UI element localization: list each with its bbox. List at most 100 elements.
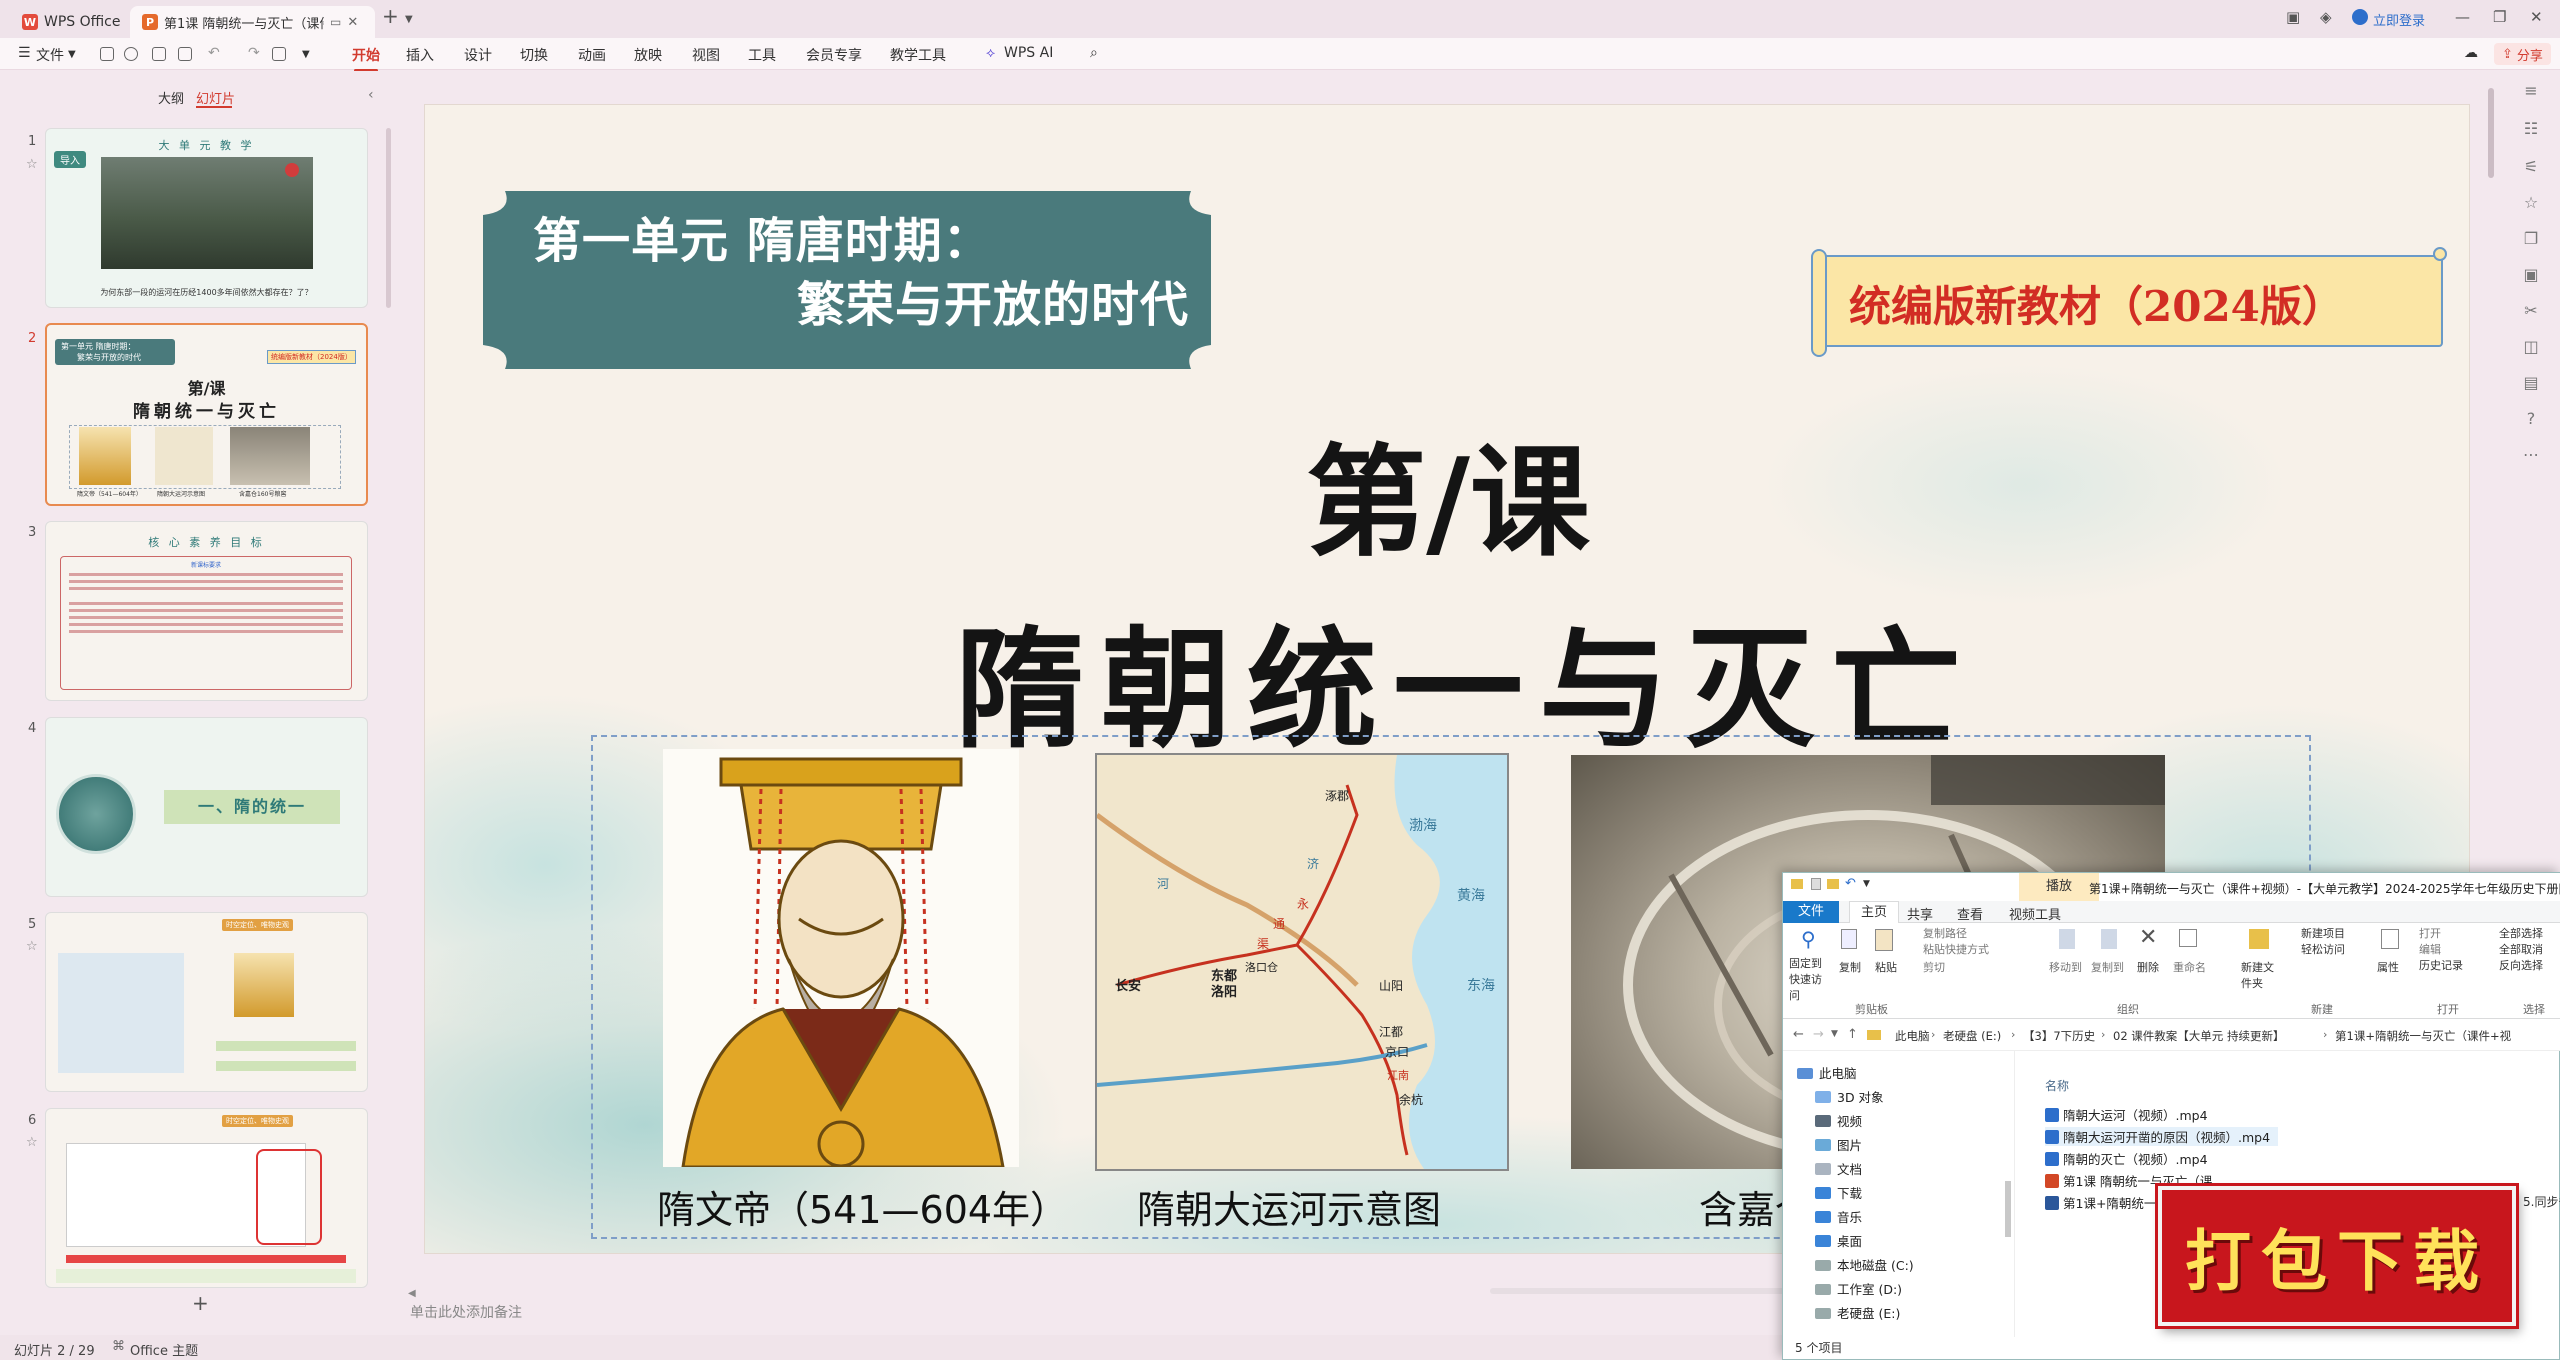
select-none-button[interactable]: 全部取消 [2499, 941, 2543, 957]
new-tab-icon[interactable]: + [382, 4, 399, 28]
slide-thumbnail-6[interactable]: 时空定位、唯物史观 [45, 1108, 368, 1288]
cube-icon[interactable]: ◈ [2320, 8, 2332, 26]
copy-icon[interactable]: ❐ [2522, 229, 2540, 248]
properties-big-icon[interactable] [2381, 929, 2399, 949]
menu-member[interactable]: 会员专享 [806, 45, 862, 65]
file-item[interactable]: 隋朝大运河（视频）.mp4 [2045, 1105, 2208, 1124]
tools-icon[interactable]: ✂ [2522, 301, 2540, 320]
back-icon[interactable]: ← [1793, 1027, 1804, 1042]
menu-view[interactable]: 视图 [692, 45, 720, 65]
slide-thumbnail-1[interactable]: 大 单 元 教 学 导入 为何东部一段的运河在历经1400多年间依然大都存在？了… [45, 128, 368, 308]
redo-icon[interactable]: ↷ [248, 45, 260, 61]
quick-more-icon[interactable]: ▼ [302, 49, 310, 60]
nav-desktop[interactable]: 桌面 [1815, 1231, 1862, 1250]
new-folder-big-icon[interactable] [2249, 929, 2269, 949]
nav-drive-e[interactable]: 老硬盘 (E:) [1815, 1303, 1900, 1322]
nav-scrollbar[interactable] [2005, 1181, 2011, 1237]
image-icon[interactable]: ▣ [2522, 265, 2540, 284]
menu-lines-icon[interactable]: ≡ [2522, 81, 2540, 100]
format-painter-icon[interactable] [272, 47, 286, 61]
nav-downloads[interactable]: 下载 [1815, 1183, 1862, 1202]
breadcrumb-this-pc[interactable]: 此电脑 [1895, 1028, 1930, 1044]
edit-button[interactable]: 编辑 [2419, 941, 2441, 957]
minimize-icon[interactable]: — [2455, 8, 2470, 26]
notes-placeholder[interactable]: 单击此处添加备注 [410, 1302, 522, 1322]
pin-icon[interactable]: ⚲ [1801, 927, 1816, 951]
delete-button[interactable]: 删除 [2137, 959, 2159, 975]
menu-wps-ai[interactable]: WPS AI [1004, 45, 1053, 61]
nav-videos[interactable]: 视频 [1815, 1111, 1862, 1130]
invert-selection-button[interactable]: 反向选择 [2499, 957, 2543, 973]
copy-path-button[interactable]: 复制路径 [1923, 925, 1967, 941]
menu-animation[interactable]: 动画 [578, 45, 606, 65]
menu-transition[interactable]: 切换 [520, 45, 548, 65]
cut-button[interactable]: 剪切 [1923, 959, 1945, 975]
pin-button[interactable]: 固定到快速访问 [1789, 955, 1829, 1003]
history-button[interactable]: 历史记录 [2419, 957, 2463, 973]
layers-icon[interactable]: ▤ [2522, 373, 2540, 392]
cloud-icon[interactable]: ☁ [2464, 45, 2478, 61]
save-icon[interactable] [100, 47, 114, 61]
slide-thumbnail-4[interactable]: 一、隋的统一 [45, 717, 368, 897]
hamburger-icon[interactable]: ☰ [18, 45, 31, 61]
theme-name[interactable]: Office 主题 [130, 1340, 198, 1359]
copy-to-icon[interactable] [2101, 929, 2117, 949]
column-name[interactable]: 名称 [2045, 1077, 2069, 1094]
nav-drive-c[interactable]: 本地磁盘 (C:) [1815, 1255, 1914, 1274]
undo-icon[interactable]: ↶ [208, 45, 220, 61]
text-layout-icon[interactable]: ☷ [2522, 119, 2540, 138]
preview-icon[interactable] [178, 47, 192, 61]
scroll-left-icon[interactable]: ◀ [408, 1288, 416, 1299]
close-tab-icon[interactable]: ✕ [347, 15, 358, 30]
copy-button[interactable]: 复制 [1839, 959, 1861, 975]
breadcrumb-current[interactable]: 第1课+隋朝统一与灭亡（课件+视 [2335, 1028, 2511, 1044]
menu-insert[interactable]: 插入 [406, 45, 434, 65]
menu-home[interactable]: 开始 [352, 45, 380, 72]
star-outline-icon[interactable]: ☆ [2522, 193, 2540, 212]
collapse-panel-icon[interactable]: ‹ [368, 87, 374, 103]
slide-thumbnail-5[interactable]: 时空定位、唯物史观 [45, 912, 368, 1092]
ribbon-tab-file[interactable]: 文件 [1783, 901, 1839, 923]
nav-3d-objects[interactable]: 3D 对象 [1815, 1087, 1884, 1106]
tab-slides[interactable]: 幻灯片 [196, 88, 235, 107]
screen-icon[interactable]: ▭ [330, 15, 341, 29]
login-link[interactable]: 立即登录 [2373, 10, 2425, 29]
menu-file[interactable]: 文件 [36, 45, 64, 65]
doc-tab[interactable]: P 第1课 隋朝统一与灭亡（课件 ▭ ✕ [130, 6, 375, 38]
star-icon[interactable]: ☆ [26, 939, 38, 954]
up-icon[interactable]: ↑ [1847, 1027, 1858, 1042]
menu-tools[interactable]: 工具 [748, 45, 776, 65]
chevron-down-icon[interactable]: ▼ [405, 14, 413, 25]
sliders-icon[interactable]: ⚟ [2522, 157, 2540, 176]
nav-drive-d[interactable]: 工作室 (D:) [1815, 1279, 1902, 1298]
nav-pictures[interactable]: 图片 [1815, 1135, 1862, 1154]
context-tab-play[interactable]: 播放 [2019, 873, 2099, 901]
copy-doc-icon[interactable] [1841, 929, 1857, 949]
open-button[interactable]: 打开 [2419, 925, 2441, 941]
breadcrumb-drive[interactable]: 老硬盘 (E:) [1943, 1028, 2001, 1044]
menu-teaching-tools[interactable]: 教学工具 [890, 45, 946, 65]
file-item[interactable]: 隋朝的灭亡（视频）.mp4 [2045, 1149, 2208, 1168]
file-chevron-icon[interactable]: ▼ [68, 49, 76, 60]
nav-documents[interactable]: 文档 [1815, 1159, 1862, 1178]
download-package-button[interactable]: 打包下载 [2158, 1186, 2516, 1326]
vertical-scrollbar[interactable] [2488, 88, 2494, 178]
new-item-button[interactable]: 新建项目 [2301, 925, 2345, 941]
nav-music[interactable]: 音乐 [1815, 1207, 1862, 1226]
search-icon[interactable]: ⌕ [1090, 45, 1098, 61]
tab-outline[interactable]: 大纲 [158, 88, 184, 107]
paste-shortcut-button[interactable]: 粘贴快捷方式 [1923, 941, 1989, 957]
paste-button[interactable]: 粘贴 [1875, 959, 1897, 975]
file-item[interactable]: 隋朝大运河开凿的原因（视频）.mp4 [2045, 1127, 2279, 1146]
window-layout-icon[interactable]: ▣ [2286, 8, 2300, 26]
forward-icon[interactable]: → [1813, 1027, 1824, 1042]
maximize-icon[interactable]: ❐ [2493, 8, 2506, 26]
ribbon-tab-share[interactable]: 共享 [1907, 904, 1933, 923]
new-folder-button[interactable]: 新建文件夹 [2241, 959, 2281, 991]
move-to-button[interactable]: 移动到 [2049, 959, 2082, 975]
breadcrumb-history[interactable]: 【3】7下历史 [2023, 1028, 2095, 1044]
app-tab[interactable]: W WPS Office [10, 6, 133, 38]
slide-thumbnail-3[interactable]: 核 心 素 养 目 标 新课标要求 [45, 521, 368, 701]
close-window-icon[interactable]: ✕ [2530, 8, 2543, 26]
print-icon[interactable] [152, 47, 166, 61]
